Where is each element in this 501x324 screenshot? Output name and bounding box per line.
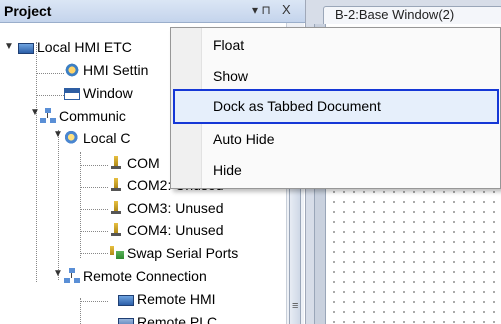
menu-item-show[interactable]: Show	[213, 68, 248, 84]
menu-item-auto-hide[interactable]: Auto Hide	[213, 131, 274, 147]
tree-item-root[interactable]: Local HMI ETC	[18, 37, 132, 57]
pane-header: Project ▾ ⊓ X	[0, 0, 305, 23]
tree-item-local-connection[interactable]: Local C	[64, 128, 130, 148]
window-icon	[64, 88, 80, 100]
tree-line	[80, 231, 108, 232]
pin-icon[interactable]: ▾ ⊓	[252, 3, 271, 17]
tree-line	[80, 152, 81, 258]
swap-ports-icon	[108, 245, 124, 261]
serial-port-icon	[108, 155, 124, 171]
network-icon	[40, 108, 56, 124]
tree-item-remote-hmi[interactable]: Remote HMI	[118, 289, 216, 309]
tree-line	[80, 187, 108, 188]
tree-item-com4[interactable]: COM4: Unused	[108, 220, 223, 240]
tab-label: B-2:Base Window(2)	[335, 7, 455, 22]
tree-item-label: Remote Connection	[83, 268, 207, 284]
tree-item-remote-connection[interactable]: Remote Connection	[64, 266, 207, 286]
collapse-icon[interactable]: ▼	[4, 41, 14, 52]
tree-line	[36, 42, 37, 282]
tree-item-hmi-settings[interactable]: HMI Settin	[64, 60, 148, 80]
tree-line	[80, 253, 108, 254]
tree-item-com1[interactable]: COM	[108, 153, 160, 173]
collapse-icon[interactable]: ▼	[53, 129, 63, 140]
tree-line	[36, 95, 64, 96]
menu-item-dock-as-tabbed-document[interactable]: Dock as Tabbed Document	[213, 98, 381, 114]
remote-hmi-icon	[118, 294, 134, 306]
tree-item-label: Local C	[83, 130, 131, 146]
tree-item-communication[interactable]: Communic	[40, 106, 126, 126]
collapse-icon[interactable]: ▼	[53, 268, 63, 279]
tree-line	[80, 301, 108, 302]
tree-item-window[interactable]: Window	[64, 83, 133, 103]
tree-item-label: HMI Settin	[83, 62, 149, 78]
tree-item-remote-plc[interactable]: Remote PLC	[118, 312, 217, 324]
tree-item-label: Remote PLC	[137, 314, 218, 324]
pane-title: Project	[4, 3, 52, 19]
close-icon[interactable]: X	[282, 2, 291, 17]
tree-item-label: Window	[83, 85, 133, 101]
tree-line	[80, 209, 108, 210]
settings-icon	[64, 62, 80, 78]
local-connection-icon	[64, 130, 80, 146]
tree-item-label: Remote HMI	[137, 291, 216, 307]
scrollbar-grip-icon: ≡	[292, 300, 299, 312]
serial-port-icon	[108, 200, 124, 216]
remote-plc-icon	[118, 317, 134, 324]
collapse-icon[interactable]: ▼	[30, 107, 40, 118]
serial-port-icon	[108, 177, 124, 193]
tree-item-label: COM	[127, 155, 160, 171]
tree-item-label: Local HMI ETC	[37, 39, 132, 55]
tree-line	[58, 130, 59, 280]
menu-item-float[interactable]: Float	[213, 37, 244, 53]
tree-line	[80, 165, 108, 166]
tree-item-label: Communic	[59, 108, 126, 124]
tree-item-label: COM3: Unused	[127, 200, 224, 216]
tree-line	[36, 73, 64, 74]
menu-item-hide[interactable]: Hide	[213, 162, 242, 178]
tree-item-com3[interactable]: COM3: Unused	[108, 198, 223, 218]
tree-item-swap-serial-ports[interactable]: Swap Serial Ports	[108, 243, 238, 263]
tree-item-label: COM4: Unused	[127, 222, 224, 238]
network-icon	[64, 268, 80, 284]
monitor-icon	[18, 42, 34, 54]
tree-item-label: Swap Serial Ports	[127, 245, 239, 261]
serial-port-icon	[108, 222, 124, 238]
